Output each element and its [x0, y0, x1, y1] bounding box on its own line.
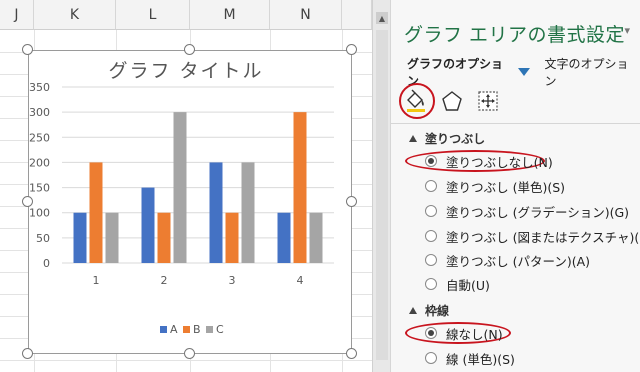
radio-button[interactable] [425, 180, 437, 192]
y-tick-label: 150 [29, 182, 50, 195]
radio-no-line[interactable]: 線なし(N) [425, 324, 503, 342]
highlight-circle [399, 83, 435, 119]
spreadsheet-area: J K L M N グラフ タイトル 0 50 100 150 200 250 300 350… [0, 0, 372, 372]
resize-handle-bottom-right[interactable] [346, 348, 357, 359]
legend-label: A [170, 323, 178, 336]
legend-swatch [206, 326, 213, 333]
legend-swatch [160, 326, 167, 333]
y-tick-label: 100 [29, 207, 50, 220]
chevron-down-icon[interactable] [518, 68, 531, 76]
radio-label: 塗りつぶし (単色)(S) [446, 179, 566, 195]
scroll-thumb[interactable] [376, 30, 388, 360]
category-icon-row [399, 83, 509, 119]
fill-line-icon[interactable] [399, 83, 435, 119]
radio-button[interactable] [425, 352, 437, 364]
radio-button[interactable] [425, 230, 437, 242]
radio-solid-fill[interactable]: 塗りつぶし (単色)(S) [425, 177, 565, 195]
tab-text-options[interactable]: 文字のオプション [544, 55, 640, 89]
resize-handle-top[interactable] [184, 44, 195, 55]
bar-c-4 [309, 212, 323, 263]
radio-label: 自動(U) [446, 277, 490, 293]
radio-gradient-fill[interactable]: 塗りつぶし (グラデーション)(G) [425, 202, 629, 220]
radio-pattern-fill[interactable]: 塗りつぶし (パターン)(A) [425, 251, 590, 269]
y-tick-label: 200 [29, 156, 50, 169]
chart-plot: 0 50 100 150 200 250 300 350 1 2 3 4 A B C [29, 81, 334, 336]
effects-icon[interactable] [437, 87, 467, 115]
size-properties-icon[interactable] [473, 87, 503, 115]
radio-label: 塗りつぶし (図またはテクスチャ)(P) [446, 229, 640, 245]
resize-handle-left[interactable] [22, 196, 33, 207]
x-tick-label: 1 [93, 274, 100, 287]
bar-a-3 [209, 162, 223, 263]
section-fill-label: 塗りつぶし [425, 132, 486, 146]
pane-title: グラフ エリアの書式設定 [404, 24, 626, 46]
radio-label: 線なし(N) [446, 326, 503, 342]
bar-a-4 [277, 212, 291, 263]
legend-swatch [183, 326, 190, 333]
radio-label: 塗りつぶし (パターン)(A) [446, 253, 591, 269]
radio-auto-fill[interactable]: 自動(U) [425, 275, 490, 293]
bar-c-1 [105, 212, 119, 263]
bar-b-1 [89, 162, 103, 263]
section-fill-header[interactable]: 塗りつぶし [409, 130, 485, 147]
radio-picture-fill[interactable]: 塗りつぶし (図またはテクスチャ)(P) [425, 227, 640, 245]
resize-handle-bottom-left[interactable] [22, 348, 33, 359]
section-border-label: 枠線 [425, 304, 450, 318]
y-tick-label: 250 [29, 131, 50, 144]
scroll-up-icon[interactable]: ▲ [376, 12, 388, 24]
bar-c-2 [173, 112, 187, 264]
y-tick-label: 350 [29, 81, 50, 94]
bar-a-1 [73, 212, 87, 263]
y-tick-label: 300 [29, 106, 50, 119]
radio-button[interactable] [425, 327, 437, 339]
radio-label: 塗りつぶしなし(N) [446, 154, 553, 170]
collapse-triangle-icon[interactable] [409, 307, 417, 314]
y-tick-label: 50 [36, 232, 50, 245]
radio-label: 塗りつぶし (グラデーション)(G) [446, 204, 630, 220]
pane-options-icon[interactable]: ▾ [624, 24, 630, 37]
legend-label: B [193, 323, 201, 336]
radio-button[interactable] [425, 254, 437, 266]
x-tick-label: 3 [229, 274, 236, 287]
bar-a-2 [141, 187, 155, 263]
radio-button[interactable] [425, 278, 437, 290]
x-tick-label: 4 [297, 274, 304, 287]
bar-b-3 [225, 212, 239, 263]
bar-b-4 [293, 112, 307, 264]
bar-b-2 [157, 212, 171, 263]
bar-c-3 [241, 162, 255, 263]
x-tick-label: 2 [161, 274, 168, 287]
format-chart-area-pane: グラフ エリアの書式設定 ▾ グラフのオプション 文字のオプション 塗りつぶし … [390, 0, 640, 372]
divider [391, 123, 640, 124]
resize-handle-top-right[interactable] [346, 44, 357, 55]
radio-label: 線 (単色)(S) [446, 351, 515, 367]
legend-label: C [216, 323, 224, 336]
vertical-scrollbar[interactable]: ▲ [372, 0, 390, 372]
resize-handle-right[interactable] [346, 196, 357, 207]
radio-no-fill[interactable]: 塗りつぶしなし(N) [425, 152, 553, 170]
y-tick-label: 0 [43, 257, 50, 270]
resize-handle-bottom[interactable] [184, 348, 195, 359]
resize-handle-top-left[interactable] [22, 44, 33, 55]
section-border-header[interactable]: 枠線 [409, 302, 449, 319]
radio-solid-line[interactable]: 線 (単色)(S) [425, 349, 515, 367]
collapse-triangle-icon[interactable] [409, 135, 417, 142]
options-tabs: グラフのオプション 文字のオプション [407, 57, 640, 88]
radio-button[interactable] [425, 205, 437, 217]
radio-button[interactable] [425, 155, 437, 167]
